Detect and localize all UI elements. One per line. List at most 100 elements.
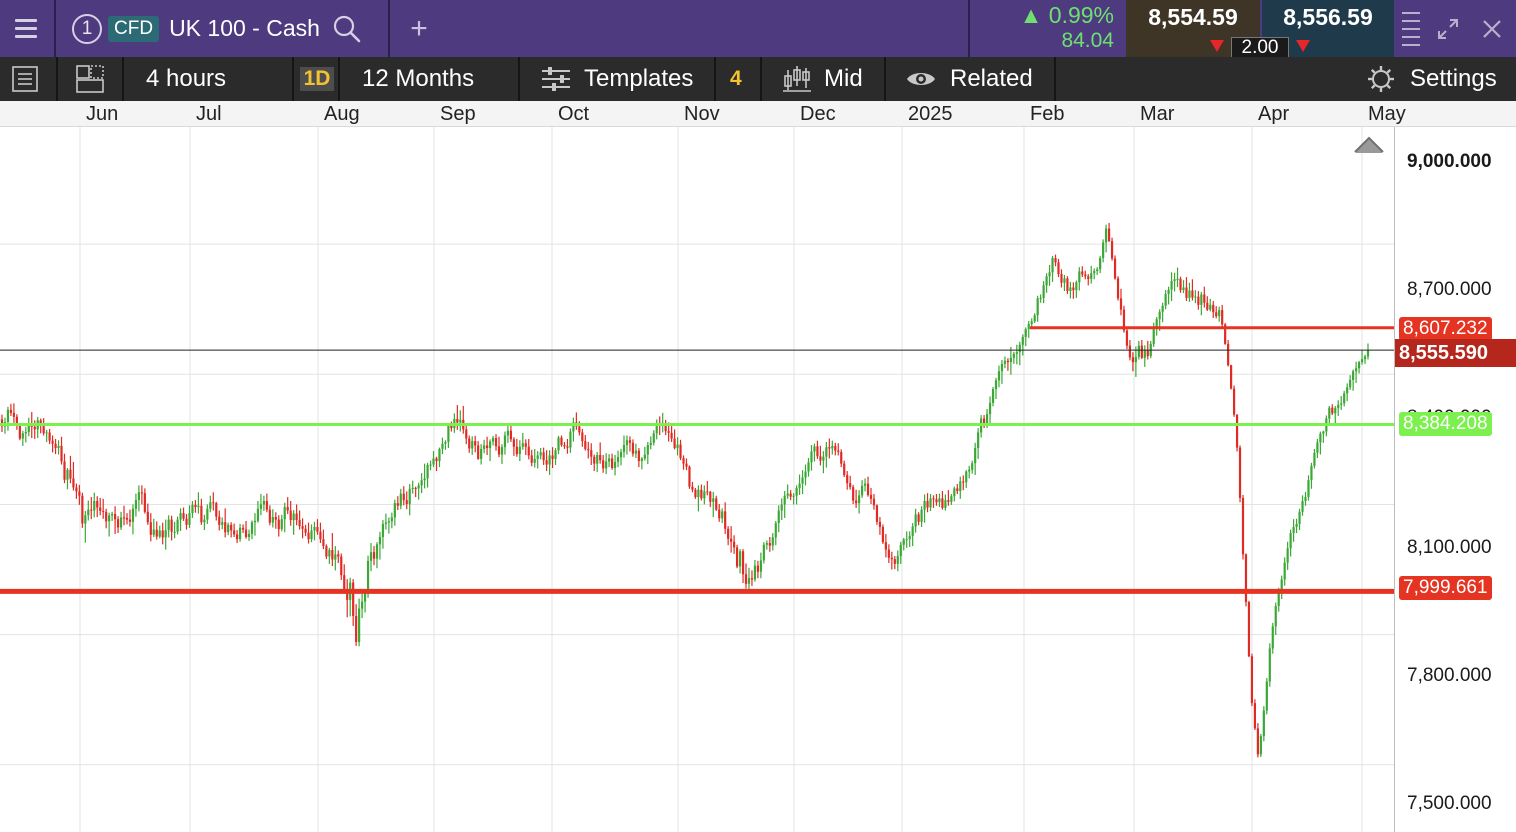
candle-body [631,442,635,454]
settings-button[interactable]: Settings [1366,57,1497,101]
candle-body [24,431,27,434]
candle-body [387,521,390,523]
search-icon-graphic [333,15,361,42]
period-selector[interactable]: 12 Months [362,57,474,101]
candle-body [1146,349,1149,357]
home-icon[interactable] [1354,136,1384,153]
candle-body [896,556,899,564]
candle-body [1024,329,1027,337]
list-view-icon[interactable] [10,57,44,101]
candle-body [994,380,998,390]
price-tick: 9,000.000 [1407,151,1492,172]
candle-body [866,483,870,495]
candle-body [777,510,780,524]
candle-body [596,454,599,464]
price-tick: 7,500.000 [1407,793,1492,814]
candle-body [438,448,441,462]
candle-body [328,550,331,557]
candle-body [1271,626,1274,649]
candle-body [521,443,524,447]
candle-body [435,458,438,462]
search-icon[interactable] [332,14,362,44]
candle-body [230,524,233,531]
candle-body [1206,302,1209,310]
candle-body [673,438,676,449]
candle-body [768,543,771,546]
candle-body [1161,305,1164,312]
candle-body [286,507,289,511]
drag-handle-icon[interactable] [1400,0,1422,57]
indicator-count-badge[interactable]: 4 [730,57,742,101]
period-badge[interactable]: 1D [296,57,338,101]
month-label: Feb [1030,103,1065,125]
close-icon[interactable] [1474,0,1510,57]
chart-toolbar: 4 hours 1D 12 Months Templates 4 Mid Rel… [0,57,1516,101]
price-chart-area[interactable]: 9,000.000 8,700.000 8,100.000 7,800.000 … [0,127,1516,832]
instrument-type-badge: CFD [108,15,160,42]
candle-body [334,554,337,560]
candle-body [780,504,783,511]
candle-body [881,527,885,543]
candle-body [1212,304,1215,313]
candle-body [227,524,230,533]
candle-body [813,446,816,452]
candle-body [420,480,423,486]
candle-body [625,440,629,446]
instrument-header: 1 CFD UK 100 - Cash + ▲ 0.99% 84.04 8,55… [0,0,1516,59]
candle-body [786,493,789,496]
candle-body [325,546,328,557]
candle-body [1349,379,1352,388]
candle-body [99,507,102,511]
candle-body [795,487,798,496]
candle-body [608,458,611,462]
candle-body [533,458,536,463]
layout-icon[interactable] [74,57,110,101]
main-menu-button[interactable] [0,0,52,57]
candle-body [215,503,218,517]
related-button[interactable]: Related [906,57,1033,101]
candle-body [798,483,801,488]
eye-icon [907,73,935,85]
candle-body [834,445,837,451]
related-label: Related [950,65,1033,92]
candle-body [310,530,313,540]
close-icon-graphic [1483,19,1501,38]
month-label: Dec [800,103,836,125]
candle-body [307,532,310,540]
candle-body [1292,527,1295,534]
candle-body [840,451,843,464]
candle-body [1119,298,1123,310]
candle-body [738,551,742,567]
candle-body [149,522,152,535]
candle-body [1343,393,1346,404]
instrument-selector[interactable]: 1 CFD UK 100 - Cash [56,0,386,57]
candle-body [218,516,221,525]
price-type-button[interactable]: Mid [782,57,863,101]
candle-body [944,500,947,508]
templates-button[interactable]: Templates [540,57,693,101]
expand-icon[interactable] [1430,0,1466,57]
candle-body [322,539,325,547]
candle-body [1048,272,1051,277]
candle-body [1215,312,1218,317]
candle-body [268,509,271,523]
candle-body [108,515,111,522]
candle-body [402,493,405,501]
candle-body [1316,442,1319,453]
candle-body [113,513,117,520]
candle-body [1042,285,1045,298]
interval-selector[interactable]: 4 hours [146,57,226,101]
candle-body [1227,343,1230,366]
candle-body [12,412,16,417]
candle-body [1354,368,1358,372]
candle-body [1357,362,1361,369]
add-instrument-plus-icon[interactable]: + [396,0,442,57]
price-axis[interactable]: 9,000.000 8,700.000 8,100.000 7,800.000 … [1394,127,1516,832]
candle-body [640,458,643,462]
candle-body [173,531,176,533]
candle-body [920,509,923,522]
candle-body [143,493,146,512]
candle-body [265,500,268,510]
candle-body [908,536,911,540]
candlestick-plot[interactable] [0,127,1394,832]
